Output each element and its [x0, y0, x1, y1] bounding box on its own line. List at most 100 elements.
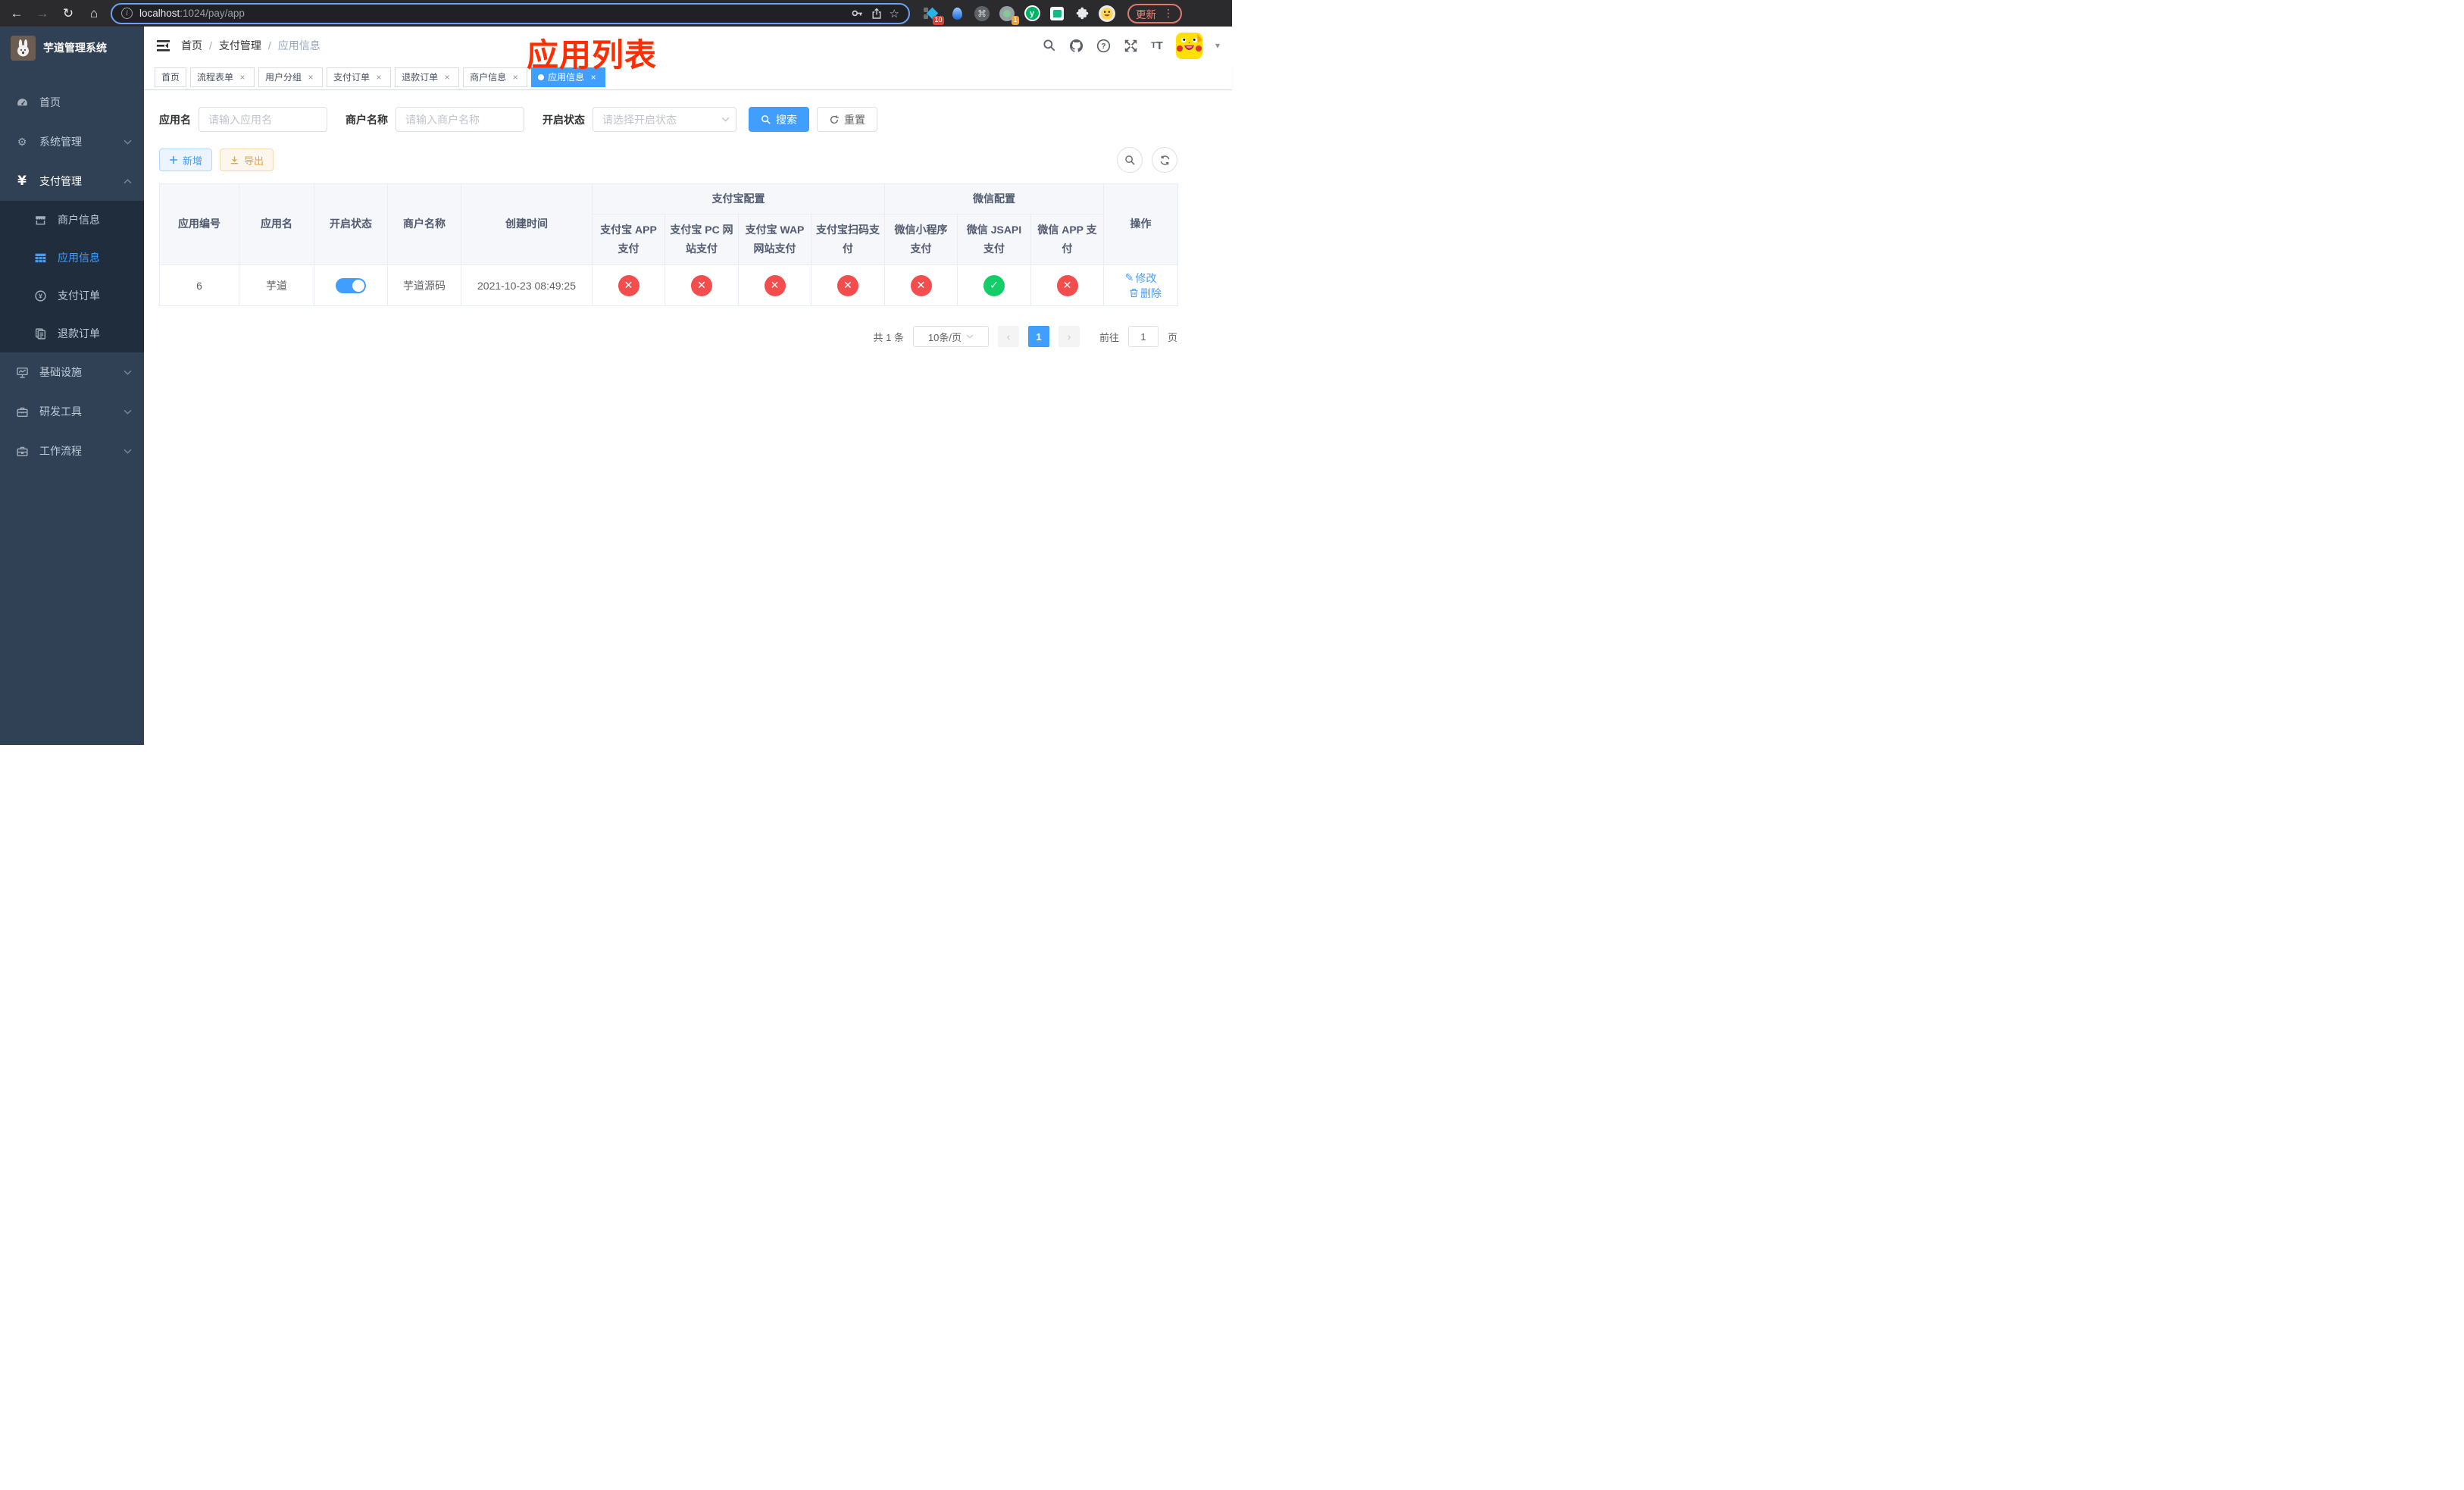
page-number-1[interactable]: 1	[1027, 326, 1049, 347]
toolbar-right	[1117, 147, 1177, 173]
sidebar-item-home[interactable]: 首页	[0, 83, 144, 122]
sidebar-item-payment[interactable]: ¥ 支付管理	[0, 161, 144, 201]
extension-emoji-avatar[interactable]	[1099, 5, 1115, 22]
col-app-name: 应用名	[239, 183, 314, 265]
refresh-button[interactable]	[1152, 147, 1177, 173]
view-tabbar: 首页 流程表单 × 用户分组 × 支付订单 × 退款订单 × 商户信息 × 应用信息 ×	[144, 64, 1232, 90]
col-status: 开启状态	[314, 183, 388, 265]
sidebar-item-dev-tools[interactable]: 研发工具	[0, 392, 144, 431]
status-select-input[interactable]	[593, 107, 736, 132]
browser-menu-icon[interactable]: ⋮	[1163, 7, 1174, 20]
breadcrumb: 首页 / 支付管理 / 应用信息	[181, 38, 321, 53]
extensions-puzzle-icon[interactable]	[1074, 5, 1090, 22]
page-size-select[interactable]: 10条/页	[912, 326, 989, 347]
alipay-app-status-icon: ✕	[618, 274, 639, 296]
col-alipay-app: 支付宝 APP 支付	[592, 214, 665, 265]
chevron-up-icon	[124, 178, 132, 184]
main-area: 应用列表 首页 / 支付管理 / 应用信息 ? T T ▾ 首页 流程表单 × …	[144, 27, 1232, 745]
logo-row[interactable]: 芋道管理系统	[0, 27, 144, 69]
browser-forward-icon[interactable]: →	[33, 7, 52, 20]
sidebar-item-workflow[interactable]: 工作流程	[0, 431, 144, 471]
col-group-wechat: 微信配置	[884, 183, 1104, 214]
svg-text:¥: ¥	[39, 292, 42, 299]
extension-balloon-icon[interactable]	[949, 5, 965, 22]
share-icon[interactable]	[871, 8, 883, 20]
close-icon[interactable]: ×	[510, 72, 521, 83]
browser-reload-icon[interactable]: ↻	[59, 7, 77, 20]
sidebar-item-label: 应用信息	[58, 252, 100, 264]
reset-button[interactable]: 重置	[817, 107, 877, 132]
app-name-input[interactable]	[199, 107, 327, 132]
goto-page-input[interactable]	[1127, 326, 1159, 347]
status-select[interactable]	[593, 107, 736, 132]
merchant-name-input[interactable]	[396, 107, 524, 132]
extension-chat-icon[interactable]	[1049, 5, 1065, 22]
tab-label: 商户信息	[470, 72, 507, 83]
page-content: 应用名 商户名称 开启状态 搜索	[144, 90, 1232, 745]
font-size-icon[interactable]: TT	[1151, 39, 1163, 52]
tab-home[interactable]: 首页	[155, 67, 187, 87]
tab-user-group[interactable]: 用户分组 ×	[258, 67, 324, 87]
sidebar-item-refund-orders[interactable]: 退款订单	[0, 315, 144, 352]
close-icon[interactable]: ×	[305, 72, 316, 83]
user-avatar[interactable]	[1175, 32, 1202, 59]
password-key-icon[interactable]	[851, 7, 864, 20]
sidebar-item-merchant-info[interactable]: 商户信息	[0, 201, 144, 239]
close-icon[interactable]: ×	[374, 72, 384, 83]
coin-yen-icon: ¥	[33, 290, 47, 302]
extension-recorder-icon[interactable]: 1	[999, 5, 1019, 25]
col-created: 创建时间	[461, 183, 593, 265]
page-unit-label: 页	[1167, 331, 1177, 343]
sidebar-item-payment-orders[interactable]: ¥ 支付订单	[0, 277, 144, 315]
annotation-title: 应用列表	[527, 37, 658, 73]
prev-page-button[interactable]: ‹	[997, 326, 1019, 347]
tab-refund-orders[interactable]: 退款订单 ×	[395, 67, 460, 87]
table-row: 6 芋道 芋道源码 2021-10-23 08:49:25 ✕ ✕ ✕ ✕ ✕ …	[159, 265, 1178, 306]
sidebar-item-system[interactable]: ⚙ 系统管理	[0, 122, 144, 161]
browser-back-icon[interactable]: ←	[8, 7, 26, 20]
close-icon[interactable]: ×	[442, 72, 452, 83]
tab-process-form[interactable]: 流程表单 ×	[190, 67, 255, 87]
browser-update-button[interactable]: 更新 ⋮	[1127, 3, 1182, 23]
breadcrumb-payment[interactable]: 支付管理	[219, 38, 261, 53]
fullscreen-icon[interactable]	[1124, 39, 1138, 53]
url-host: localhost	[139, 8, 180, 19]
help-icon[interactable]: ?	[1096, 39, 1111, 53]
edit-link[interactable]: ✎ 修改	[1125, 271, 1157, 286]
extension-command-icon[interactable]: ⌘	[974, 5, 990, 22]
site-info-icon[interactable]: i	[121, 8, 133, 19]
tab-merchant-info[interactable]: 商户信息 ×	[463, 67, 528, 87]
breadcrumb-home[interactable]: 首页	[181, 38, 202, 53]
github-icon[interactable]	[1069, 39, 1083, 53]
add-button[interactable]: 新增	[159, 149, 213, 171]
status-toggle[interactable]	[336, 277, 366, 293]
close-icon[interactable]: ×	[237, 72, 248, 83]
show-search-button[interactable]	[1117, 147, 1143, 173]
avatar-caret-icon[interactable]: ▾	[1215, 40, 1220, 51]
search-button[interactable]: 搜索	[749, 107, 809, 132]
update-label: 更新	[1136, 8, 1156, 20]
chevron-down-icon	[124, 370, 132, 375]
pagination: 共 1 条 10条/页 ‹ 1 › 前往 页	[159, 326, 1177, 347]
chevron-down-icon	[966, 334, 974, 339]
sidebar-toggle-icon[interactable]	[156, 39, 170, 52]
table-grid-icon	[33, 252, 47, 265]
extension-diamond-icon[interactable]: 10	[924, 5, 944, 25]
tab-payment-orders[interactable]: 支付订单 ×	[327, 67, 392, 87]
header-search-icon[interactable]	[1043, 39, 1056, 52]
browser-home-icon[interactable]: ⌂	[85, 7, 103, 20]
sidebar-item-label: 基础设施	[39, 366, 82, 378]
page-size-value: 10条/页	[927, 331, 962, 343]
extension-badge: 10	[932, 15, 944, 25]
briefcase-icon	[15, 445, 29, 458]
next-page-button[interactable]: ›	[1058, 326, 1080, 347]
sidebar-item-infrastructure[interactable]: 基础设施	[0, 352, 144, 392]
url-text[interactable]: localhost:1024/pay/app	[139, 8, 844, 19]
delete-link[interactable]: 删除	[1129, 286, 1162, 301]
sidebar-item-app-info[interactable]: 应用信息	[0, 239, 144, 277]
export-button[interactable]: 导出	[220, 149, 274, 171]
address-bar[interactable]: i localhost:1024/pay/app ☆	[111, 2, 910, 24]
sidebar-item-label: 系统管理	[39, 136, 82, 148]
bookmark-star-icon[interactable]: ☆	[890, 7, 899, 20]
extension-y-icon[interactable]: y	[1024, 5, 1040, 22]
